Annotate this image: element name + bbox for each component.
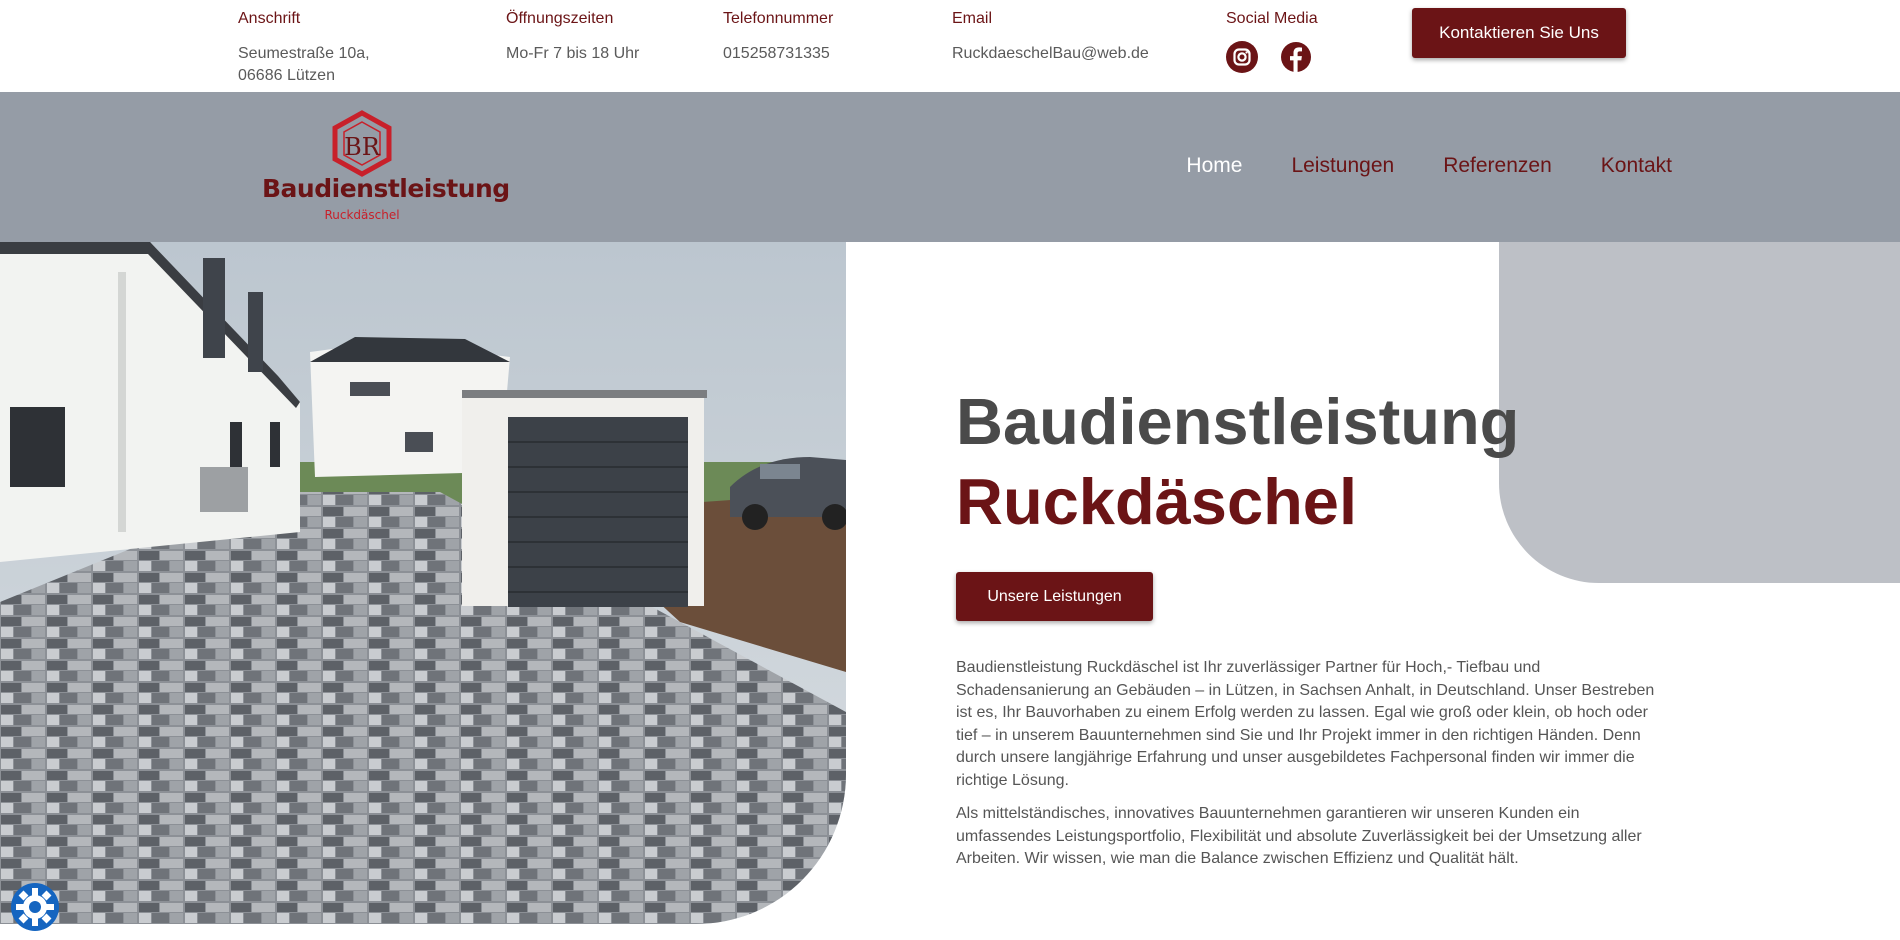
main-nav: Home Leistungen Referenzen Kontakt [1186, 154, 1672, 178]
hours-value: Mo-Fr 7 bis 18 Uhr [506, 45, 640, 62]
hero-paragraph-2: Als mittelständisches, innovatives Bauun… [956, 805, 1642, 867]
address-line2: 06686 Lützen [238, 67, 335, 84]
logo-name: Baudienstleistung [262, 174, 510, 203]
nav-leistungen[interactable]: Leistungen [1291, 154, 1394, 178]
logo-subtitle: Ruckdäschel [324, 208, 400, 222]
address-value: Seumestraße 10a, 06686 Lützen [238, 43, 370, 87]
social-block: Social Media [1226, 9, 1318, 73]
company-logo[interactable]: BR Baudienstleistung Ruckdäschel [262, 110, 510, 226]
hours-block: Öffnungszeiten Mo-Fr 7 bis 18 Uhr [506, 9, 639, 65]
main-navbar: BR Baudienstleistung Ruckdäschel Home Le… [0, 92, 1900, 242]
phone-block: Telefonnummer 015258731335 [723, 9, 833, 65]
hours-label: Öffnungszeiten [506, 10, 614, 27]
nav-kontakt[interactable]: Kontakt [1601, 154, 1672, 178]
hero-title-line2: Ruckdäschel [956, 465, 1358, 538]
address-label: Anschrift [238, 10, 301, 27]
social-icons [1226, 41, 1318, 73]
phone-label: Telefonnummer [723, 10, 834, 27]
hero-title: Baudienstleistung Ruckdäschel [956, 382, 1519, 542]
facebook-icon[interactable] [1280, 41, 1312, 73]
hero-title-line1: Baudienstleistung [956, 385, 1520, 458]
contact-us-button[interactable]: Kontaktieren Sie Uns [1412, 8, 1626, 58]
cookie-settings-icon[interactable] [10, 882, 60, 932]
social-label: Social Media [1226, 10, 1318, 27]
hero-description: Baudienstleistung Ruckdäschel ist Ihr zu… [956, 657, 1668, 882]
logo-monogram: BR [344, 133, 381, 161]
hero-photo [0, 242, 846, 924]
instagram-icon[interactable] [1226, 41, 1258, 73]
our-services-button[interactable]: Unsere Leistungen [956, 572, 1153, 621]
email-value[interactable]: RuckdaeschelBau@web.de [952, 43, 1149, 65]
top-info-bar: Anschrift Seumestraße 10a, 06686 Lützen … [0, 0, 1900, 92]
email-label: Email [952, 10, 993, 27]
email-block: Email RuckdaeschelBau@web.de [952, 9, 1149, 65]
logo-hexagon-icon: BR [332, 110, 392, 177]
hero-paragraph-1: Baudienstleistung Ruckdäschel ist Ihr zu… [956, 659, 1655, 789]
address-line1: Seumestraße 10a, [238, 45, 370, 62]
nav-home[interactable]: Home [1186, 154, 1242, 178]
address-block: Anschrift Seumestraße 10a, 06686 Lützen [238, 9, 370, 87]
nav-referenzen[interactable]: Referenzen [1443, 154, 1552, 178]
decorative-grey-shape [1499, 242, 1900, 583]
phone-value[interactable]: 015258731335 [723, 43, 833, 65]
